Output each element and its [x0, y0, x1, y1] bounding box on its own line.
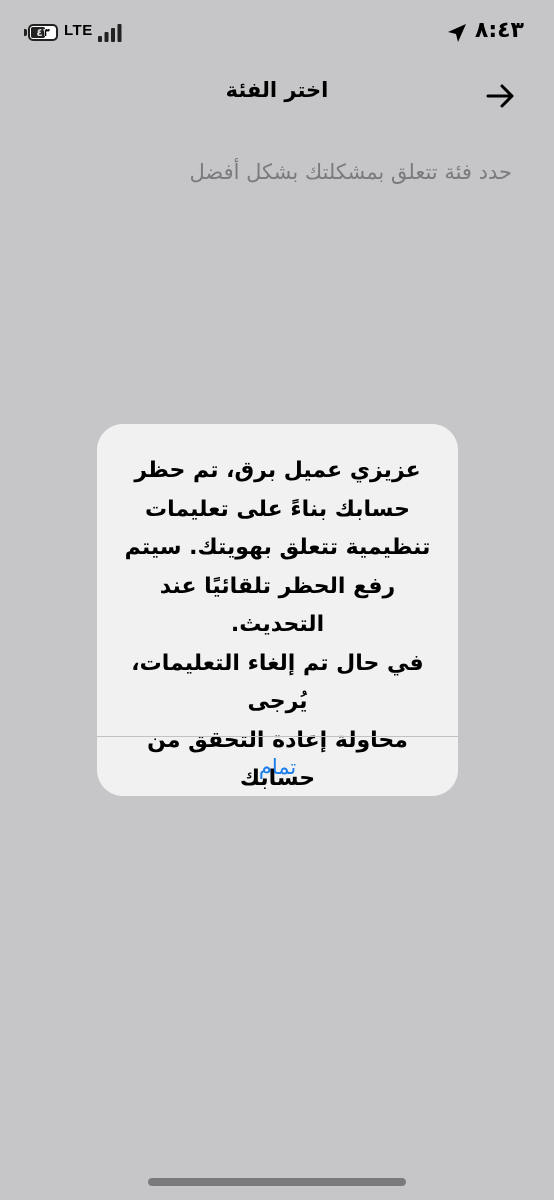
signal-bars-icon	[98, 24, 122, 42]
location-arrow-icon	[448, 24, 466, 42]
page-subtitle: حدد فئة تتعلق بمشكلتك بشكل أفضل	[189, 160, 512, 184]
alert-ok-button[interactable]: تمام	[97, 737, 458, 796]
page-title: اختر الفئة	[225, 78, 329, 102]
status-time: ٨:٤٣	[474, 18, 524, 43]
network-type: LTE	[64, 22, 93, 39]
battery-tip	[24, 29, 27, 36]
screen: ٤٣ LTE ٨:٤٣ اختر الفئة حدد فئة تتعلق بمش…	[0, 0, 554, 1200]
status-bar: ٤٣ LTE ٨:٤٣	[0, 0, 554, 66]
home-indicator[interactable]	[148, 1178, 406, 1186]
battery-level: ٤٣	[36, 26, 50, 39]
battery-icon: ٤٣	[28, 24, 58, 41]
alert-dialog: عزيزي عميل برق، تم حظر حسابك بناءً على ت…	[97, 424, 458, 796]
arrow-right-icon[interactable]	[482, 78, 518, 114]
